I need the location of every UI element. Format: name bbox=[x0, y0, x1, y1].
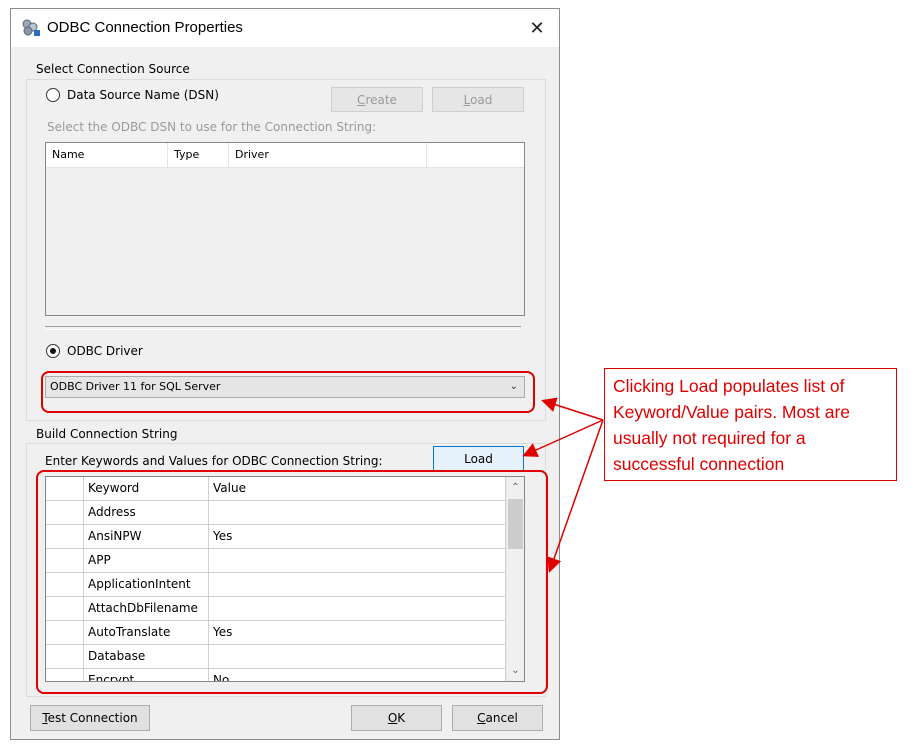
arrow-to-grid bbox=[546, 419, 604, 573]
arrow-to-driver-select bbox=[541, 397, 604, 421]
arrow-to-load-button bbox=[522, 419, 604, 457]
annotation-arrows bbox=[522, 397, 604, 573]
